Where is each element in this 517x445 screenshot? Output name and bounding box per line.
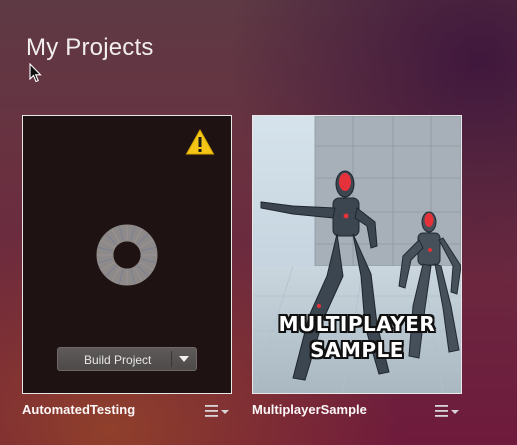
hamburger-menu-icon[interactable] xyxy=(203,404,231,418)
build-project-button[interactable]: Build Project xyxy=(57,347,197,371)
hamburger-menu-icon[interactable] xyxy=(433,404,461,418)
project-name-multiplayersample: MultiplayerSample xyxy=(252,402,367,417)
project-name-automatedtesting: AutomatedTesting xyxy=(22,402,136,417)
thumbnail-caption-line1: MULTIPLAYER xyxy=(278,312,436,336)
loading-ring-icon xyxy=(96,224,158,286)
warning-icon xyxy=(185,128,215,155)
button-separator xyxy=(171,351,172,367)
mouse-pointer-icon xyxy=(29,63,42,83)
project-card-multiplayersample[interactable]: MULTIPLAYER SAMPLE xyxy=(252,115,462,394)
chevron-down-icon[interactable] xyxy=(179,356,189,362)
thumbnail-caption-line2: SAMPLE xyxy=(310,338,404,362)
build-project-label: Build Project xyxy=(84,353,152,367)
page-title: My Projects xyxy=(26,34,154,61)
project-card-automatedtesting[interactable]: Build Project xyxy=(22,115,232,394)
